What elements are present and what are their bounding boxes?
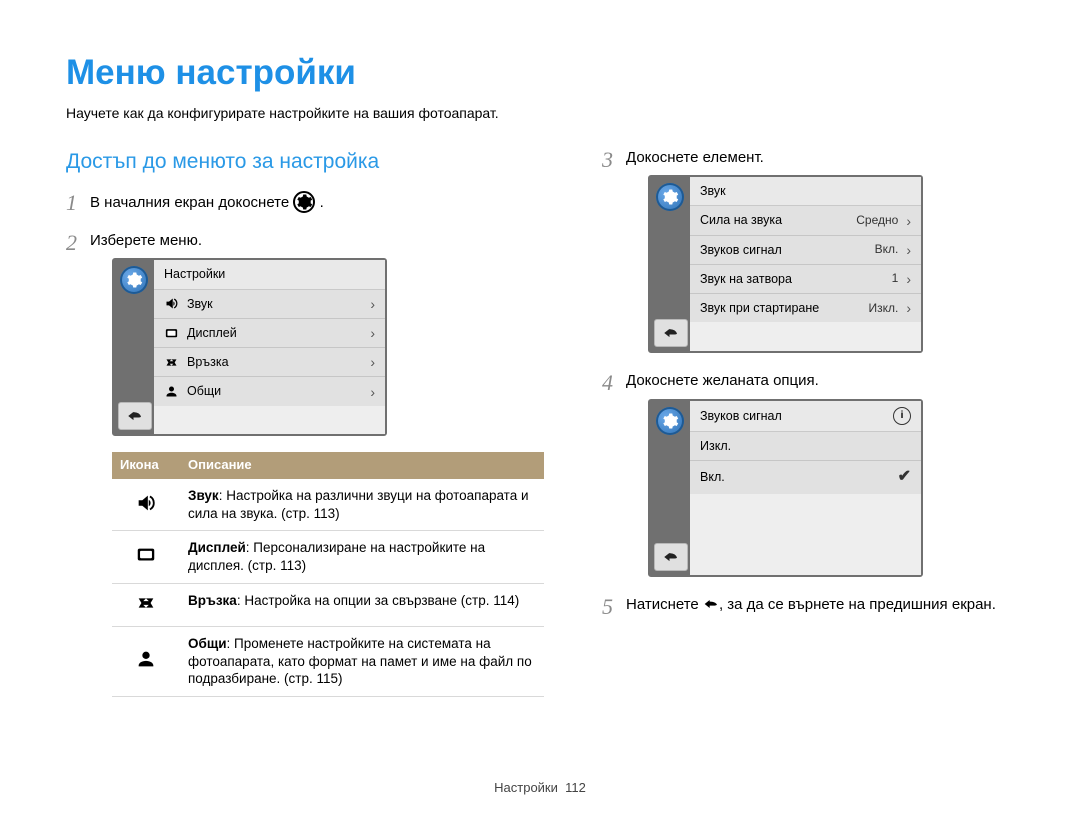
option-label: Вкл. (700, 469, 890, 485)
option-select-screen: Звуков сигнал i Изкл. Вкл. ✔ (648, 399, 923, 577)
menu-item-label: Връзка (187, 354, 362, 370)
table-head-desc: Описание (180, 452, 544, 479)
screen3-header: Звуков сигнал i (690, 401, 921, 432)
step-1-text-after: . (320, 194, 324, 211)
setting-row[interactable]: Сила на звука Средно › (690, 206, 921, 235)
setting-label: Звук при стартиране (700, 300, 860, 316)
table-head-icon: Икона (112, 452, 180, 479)
sound-icon (164, 296, 179, 311)
general-icon (164, 384, 179, 399)
sound-menu-screen: Звук Сила на звука Средно › Звуков сигнал Вк… (648, 175, 923, 353)
menu-item-label: Общи (187, 383, 362, 399)
setting-row[interactable]: Звук на затвора 1 › (690, 265, 921, 294)
chevron-right-icon: › (906, 301, 911, 315)
desc-label: Връзка (188, 593, 237, 608)
step-5: Натиснете , за да се върнете на предишни… (602, 595, 1014, 615)
setting-label: Сила на звука (700, 212, 848, 228)
sound-icon (135, 492, 157, 514)
info-icon[interactable]: i (893, 407, 911, 425)
option-label: Изкл. (700, 438, 911, 454)
page-title: Меню настройки (66, 50, 1014, 96)
option-row[interactable]: Вкл. ✔ (690, 461, 921, 494)
gear-badge-icon (656, 407, 684, 435)
footer-label: Настройки (494, 780, 558, 795)
step-4: Докоснете желаната опция. Звуков сигнал … (602, 371, 1014, 577)
connect-icon (164, 355, 179, 370)
chevron-right-icon: › (370, 297, 375, 311)
desc-text: : Настройка на различни звуци на фотоапа… (188, 488, 529, 521)
gear-badge-icon (656, 183, 684, 211)
setting-label: Звуков сигнал (700, 242, 867, 258)
desc-text: : Настройка на опции за свързване (стр. … (237, 593, 519, 608)
general-icon (135, 648, 157, 670)
display-icon (164, 326, 179, 341)
setting-value: Вкл. (875, 242, 899, 258)
section-heading: Достъп до менюто за настройка (66, 148, 544, 175)
option-row[interactable]: Изкл. (690, 432, 921, 461)
setting-row[interactable]: Звуков сигнал Вкл. › (690, 236, 921, 265)
settings-menu-screen: Настройки Звук › Дисплей › Връзка › Общи › (112, 258, 387, 436)
setting-value: Средно (856, 213, 898, 229)
screen2-header: Звук (690, 177, 921, 206)
table-row: Дисплей: Персонализиране на настройките … (112, 531, 544, 583)
setting-value: 1 (892, 271, 899, 287)
desc-label: Звук (188, 488, 219, 503)
footer-page: 112 (565, 780, 586, 795)
setting-row[interactable]: Звук при стартиране Изкл. › (690, 294, 921, 322)
back-button[interactable] (654, 543, 688, 571)
connect-icon (135, 592, 157, 614)
back-button[interactable] (118, 402, 152, 430)
back-button[interactable] (654, 319, 688, 347)
step-2: Изберете меню. Настройки Звук›Дисплей›Вр… (66, 231, 544, 697)
chevron-right-icon: › (906, 243, 911, 257)
setting-label: Звук на затвора (700, 271, 884, 287)
icon-description-table: Икона Описание Звук: Настройка на различ… (112, 452, 544, 696)
back-icon (703, 597, 719, 611)
chevron-right-icon: › (906, 214, 911, 228)
menu-item[interactable]: Общи › (154, 377, 385, 405)
screen1-header: Настройки (154, 260, 385, 289)
menu-item-label: Звук (187, 296, 362, 312)
chevron-right-icon: › (370, 385, 375, 399)
step-5-text-after: , за да се върнете на предишния екран. (719, 596, 996, 613)
display-icon (135, 544, 157, 566)
desc-label: Общи (188, 636, 227, 651)
chevron-right-icon: › (370, 326, 375, 340)
check-icon: ✔ (898, 467, 911, 488)
table-row: Връзка: Настройка на опции за свързване … (112, 583, 544, 627)
page-footer: Настройки 112 (0, 780, 1080, 797)
menu-item[interactable]: Връзка › (154, 348, 385, 377)
desc-text: : Променете настройките на системата на … (188, 636, 532, 686)
gear-badge-icon (120, 266, 148, 294)
step-1-text-before: В началния екран докоснете (90, 194, 293, 211)
menu-item[interactable]: Звук › (154, 290, 385, 319)
step-5-text-before: Натиснете (626, 596, 703, 613)
step-4-text: Докоснете желаната опция. (626, 372, 819, 389)
step-2-text: Изберете меню. (90, 232, 202, 249)
gear-icon (293, 191, 315, 213)
step-1: В началния екран докоснете . (66, 191, 544, 213)
step-3: Докоснете елемент. Звук Сила на звука Сре… (602, 148, 1014, 354)
setting-value: Изкл. (868, 301, 898, 317)
menu-item-label: Дисплей (187, 325, 362, 341)
table-row: Общи: Променете настройките на системата… (112, 627, 544, 697)
chevron-right-icon: › (906, 272, 911, 286)
desc-label: Дисплей (188, 540, 246, 555)
page-subtitle: Научете как да конфигурирате настройките… (66, 104, 1014, 122)
chevron-right-icon: › (370, 355, 375, 369)
menu-item[interactable]: Дисплей › (154, 319, 385, 348)
step-3-text: Докоснете елемент. (626, 149, 764, 166)
table-row: Звук: Настройка на различни звуци на фот… (112, 479, 544, 531)
